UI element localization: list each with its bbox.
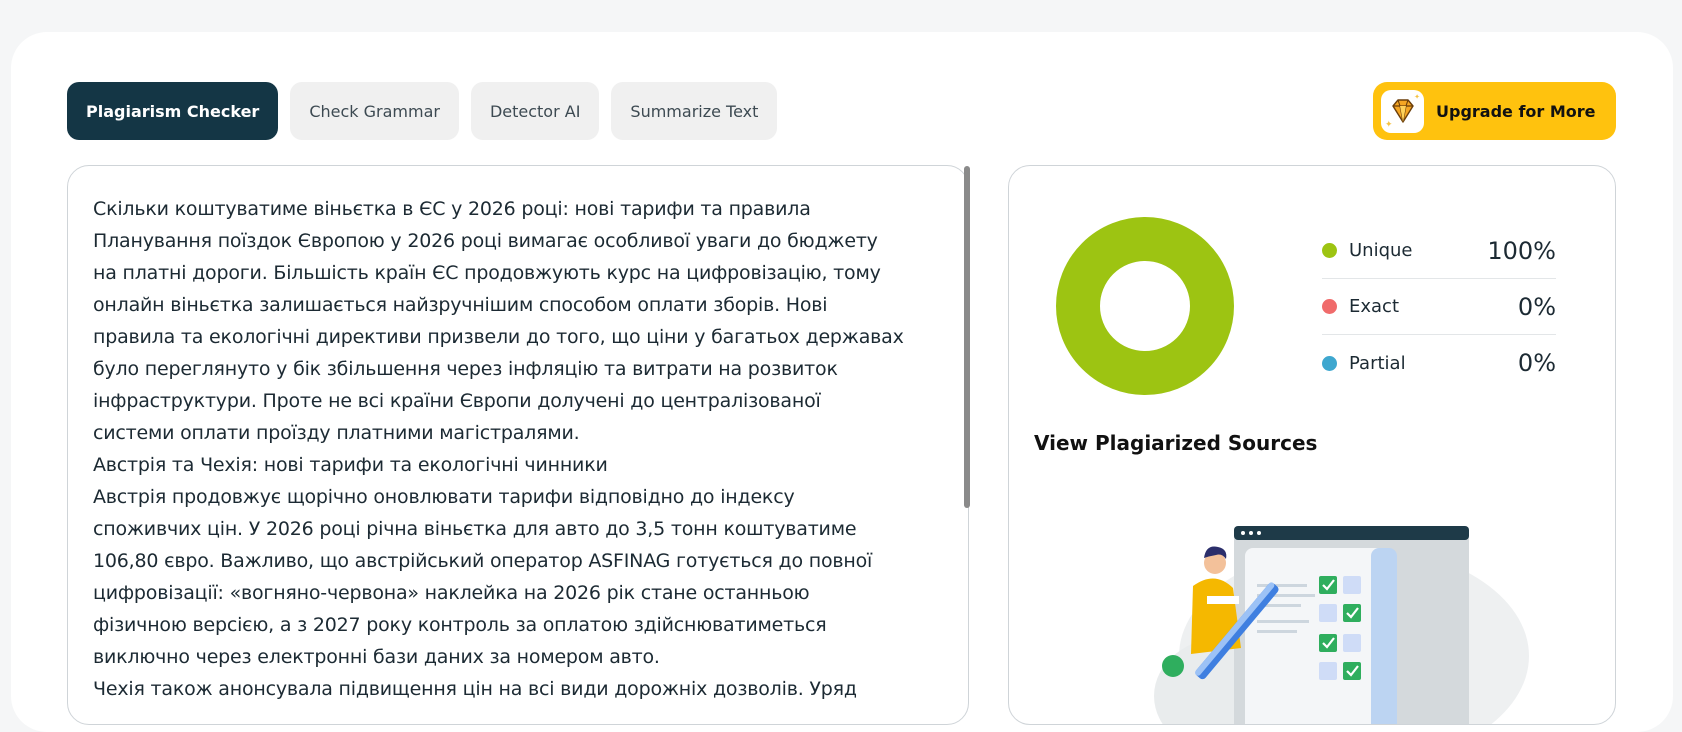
tab-plagiarism-checker[interactable]: Plagiarism Checker xyxy=(67,82,279,140)
editor-line: Чехія також анонсувала підвищення цін на… xyxy=(93,678,857,700)
editor-line: споживчих цін. У 2026 році річна віньєтк… xyxy=(93,518,857,540)
view-sources-title[interactable]: View Plagiarized Sources xyxy=(1034,431,1317,455)
unique-dot-icon xyxy=(1322,243,1337,258)
legend-value-partial: 0% xyxy=(1517,349,1556,377)
editor-line: Австрія продовжує щорічно оновлювати тар… xyxy=(93,486,795,508)
results-legend: Unique 100% Exact 0% Partial 0% xyxy=(1322,223,1556,391)
editor-line: Австрія та Чехія: нові тарифи та екологі… xyxy=(93,454,608,476)
editor-line: Скільки коштуватиме віньєтка в ЄС у 2026… xyxy=(93,198,811,220)
tool-tabs: Plagiarism Checker Check Grammar Detecto… xyxy=(67,82,778,140)
legend-row-unique: Unique 100% xyxy=(1322,223,1556,279)
editor-line: 106,80 євро. Важливо, що австрійський оп… xyxy=(93,550,873,572)
editor-line: інфраструктури. Проте не всі країни Євро… xyxy=(93,390,821,412)
editor-line: системи оплати проїзду платними магістра… xyxy=(93,422,580,444)
donut-unique-segment xyxy=(1056,217,1234,395)
editor-content[interactable]: Скільки коштуватиме віньєтка в ЄС у 2026… xyxy=(93,193,943,705)
legend-label-partial: Partial xyxy=(1349,352,1406,374)
results-panel: Unique 100% Exact 0% Partial 0% View Pla… xyxy=(1008,165,1616,725)
editor-line: онлайн віньєтка залишається найзручнішим… xyxy=(93,294,828,316)
editor-line: на платні дороги. Більшість країн ЄС про… xyxy=(93,262,881,284)
tab-summarize-text[interactable]: Summarize Text xyxy=(611,82,778,140)
checklist-illustration xyxy=(1154,526,1529,724)
tab-check-grammar[interactable]: Check Grammar xyxy=(290,82,459,140)
legend-value-unique: 100% xyxy=(1487,236,1556,265)
uniqueness-donut-chart xyxy=(1056,217,1234,395)
legend-row-exact: Exact 0% xyxy=(1322,279,1556,335)
editor-line: фізичною версією, а з 2027 року контроль… xyxy=(93,614,827,636)
upgrade-label: Upgrade for More xyxy=(1436,101,1596,121)
tab-detector-ai[interactable]: Detector AI xyxy=(470,82,600,140)
legend-label-unique: Unique xyxy=(1349,240,1413,261)
editor-line: виключно через електронні бази даних за … xyxy=(93,646,660,668)
partial-dot-icon xyxy=(1322,355,1337,371)
editor-line: було переглянуто у бік збільшення через … xyxy=(93,358,838,380)
legend-row-partial: Partial 0% xyxy=(1322,335,1556,391)
legend-label-exact: Exact xyxy=(1349,296,1400,317)
editor-line: Планування поїздок Європою у 2026 році в… xyxy=(93,230,878,252)
legend-value-exact: 0% xyxy=(1517,292,1556,321)
editor-scrollbar[interactable] xyxy=(964,166,970,508)
editor-line: правила та екологічні директиви призвели… xyxy=(93,326,904,348)
diamond-icon: ✦ ✦ xyxy=(1381,89,1424,133)
upgrade-button[interactable]: ✦ ✦ Upgrade for More xyxy=(1373,82,1616,140)
text-editor[interactable]: Скільки коштуватиме віньєтка в ЄС у 2026… xyxy=(67,165,969,725)
exact-dot-icon xyxy=(1322,299,1337,314)
editor-line: цифровізації: «вогняно-червона» наклейка… xyxy=(93,582,810,604)
